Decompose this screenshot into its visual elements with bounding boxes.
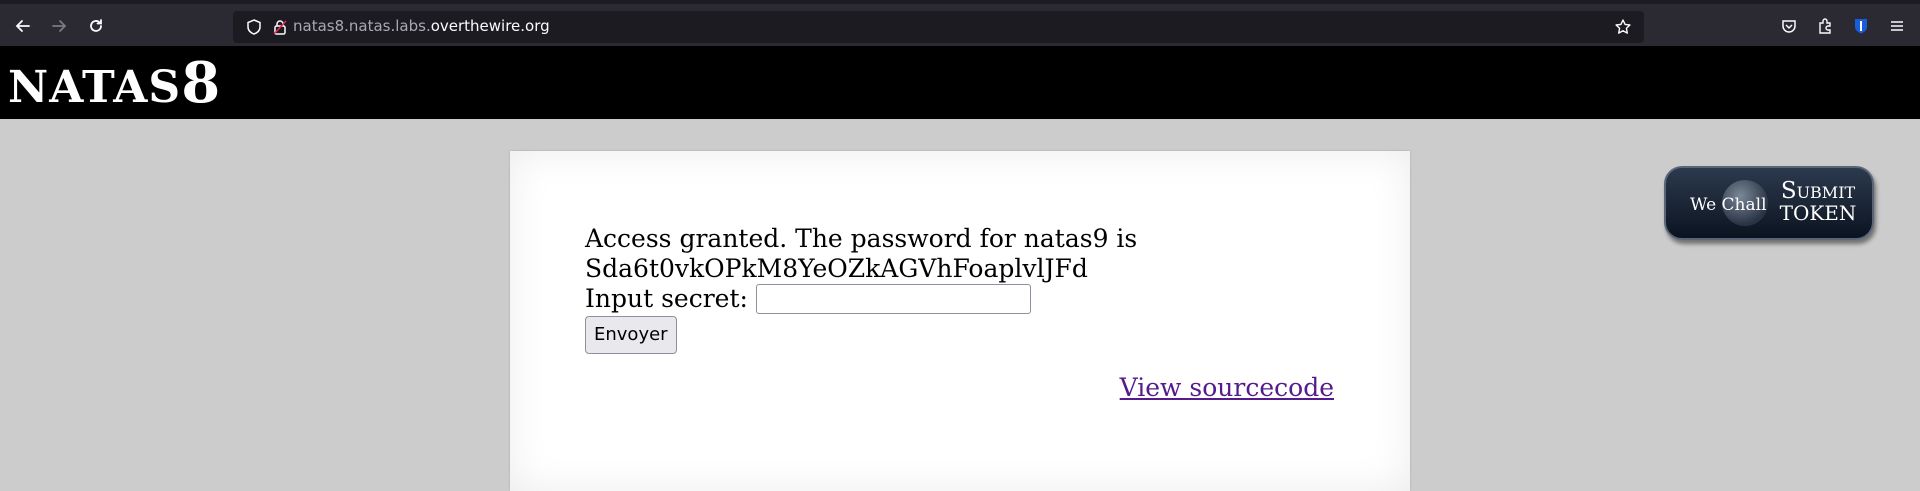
- submit-token-line2: TOKEN: [1779, 201, 1857, 225]
- reload-icon[interactable]: [83, 13, 109, 39]
- url-domain: overthewire.org: [430, 17, 550, 35]
- wechall-label: We Chall: [1690, 195, 1767, 215]
- menu-icon[interactable]: [1884, 13, 1910, 39]
- content-card: Access granted. The password for natas9 …: [510, 151, 1410, 491]
- url-subdomain: natas8.natas.labs.: [293, 17, 431, 35]
- back-arrow-icon[interactable]: [10, 13, 36, 39]
- browser-toolbar: natas8.natas.labs.overthewire.org: [0, 0, 1920, 46]
- input-label: Input secret:: [585, 284, 748, 313]
- lock-icon[interactable]: [271, 18, 289, 40]
- star-icon[interactable]: [1614, 18, 1632, 40]
- view-sourcecode-link[interactable]: View sourcecode: [1120, 373, 1334, 402]
- submit-token-label: Submit TOKEN: [1772, 178, 1864, 225]
- page-title: NATAS8: [8, 50, 220, 116]
- submit-button[interactable]: Envoyer: [585, 316, 677, 354]
- access-message: Access granted. The password for natas9 …: [585, 224, 1138, 253]
- pocket-icon[interactable]: [1776, 13, 1802, 39]
- title-level: 8: [181, 50, 221, 116]
- bitwarden-icon[interactable]: [1848, 13, 1874, 39]
- secret-form-row: Input secret:: [585, 284, 1137, 314]
- secret-input[interactable]: [755, 284, 1031, 314]
- password-text: Sda6t0vkOPkM8YeOZkAGVhFoaplvlJFd: [585, 254, 1088, 283]
- content-area: Access granted. The password for natas9 …: [585, 224, 1137, 354]
- extensions-icon[interactable]: [1812, 13, 1838, 39]
- url-bar[interactable]: natas8.natas.labs.overthewire.org: [233, 11, 1644, 43]
- title-word: NATAS: [8, 62, 182, 113]
- forward-arrow-icon[interactable]: [46, 13, 72, 39]
- url-text[interactable]: natas8.natas.labs.overthewire.org: [293, 17, 550, 35]
- wechall-submit-token-button[interactable]: We Chall Submit TOKEN: [1664, 166, 1874, 240]
- submit-token-line1: Submit: [1780, 178, 1856, 204]
- shield-icon[interactable]: [245, 18, 263, 40]
- site-header: NATAS8: [0, 46, 1920, 119]
